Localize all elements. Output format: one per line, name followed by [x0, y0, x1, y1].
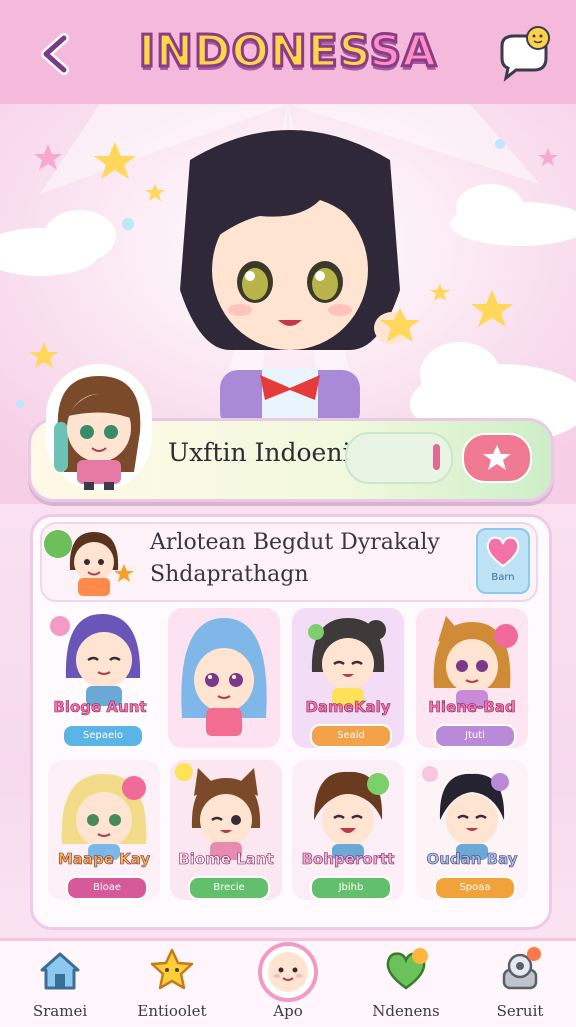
character-name: Bloge Aunt: [53, 698, 147, 717]
character-portrait: [433, 616, 518, 708]
favorite-button[interactable]: Barn: [476, 528, 530, 594]
banner-avatar: [46, 364, 152, 490]
featured-title: Arlotean Begdut Dyrakaly: [150, 530, 440, 555]
character-tag: Jtuti: [434, 724, 516, 748]
chat-bubble-icon: [500, 26, 550, 82]
character-tag: Brecie: [188, 876, 270, 900]
nav-label: Seruit: [496, 1002, 544, 1020]
title-tail: SA: [368, 25, 438, 79]
character-portrait: [314, 771, 389, 860]
character-name: Maape Kay: [57, 850, 151, 869]
character-card[interactable]: Biome Lant Brecie: [170, 760, 282, 900]
nav-label: Sramei: [32, 1002, 88, 1020]
nav-item-home[interactable]: Sramei: [10, 946, 110, 1022]
home-icon: [40, 952, 80, 990]
heart-icon: [386, 948, 428, 990]
character-card[interactable]: Maape Kay Bloae: [48, 760, 160, 900]
chat-button[interactable]: [494, 24, 554, 84]
character-tag: Spoaa: [434, 876, 516, 900]
star-icon: [150, 948, 194, 990]
character-card[interactable]: Oudan Bay Spoaa: [416, 760, 528, 900]
nav-item-settings[interactable]: Seruit: [470, 946, 570, 1022]
character-name: Bohperortt: [301, 850, 395, 869]
character-name: DameKaly: [305, 698, 391, 717]
character-card[interactable]: DameKaly Seaid: [292, 608, 404, 748]
star-button[interactable]: [462, 433, 532, 483]
character-portrait: [61, 774, 147, 860]
character-portrait: [175, 763, 261, 860]
character-tag: Seaid: [310, 724, 392, 748]
featured-avatar: [44, 530, 134, 596]
character-card[interactable]: Bloge Aunt Sepaeio: [44, 608, 156, 748]
star-icon: [483, 445, 511, 470]
character-tag: Jbihb: [310, 876, 392, 900]
nav-label: Ndenens: [372, 1002, 440, 1020]
character-name: Hiene-Bad: [428, 698, 516, 717]
featured-subtitle: Shdaprathagn: [150, 562, 309, 587]
title-main: INDONES: [137, 25, 370, 79]
character-portrait: [422, 766, 509, 860]
hero-character: [180, 130, 420, 420]
character-portrait: [181, 618, 267, 736]
nav-item-app[interactable]: Apo: [238, 942, 338, 1022]
character-card[interactable]: Bohperortt Jbihb: [292, 760, 404, 900]
nav-label: Entioolet: [137, 1002, 207, 1020]
nav-label: Apo: [273, 1002, 303, 1020]
progress-marker: [433, 444, 440, 470]
banner-text: Uxftin Indoenis: [168, 438, 364, 467]
nav-item-favorites[interactable]: Entioolet: [122, 946, 222, 1022]
character-portrait: [308, 618, 386, 708]
character-tag: Sepaeio: [62, 724, 144, 748]
character-card[interactable]: Hiene-Bad Jtuti: [416, 608, 528, 748]
character-card[interactable]: [168, 608, 280, 748]
heart-icon: [486, 536, 520, 568]
character-name: Oudan Bay: [426, 850, 518, 869]
face-icon: [258, 942, 318, 1002]
character-name: Biome Lant: [178, 850, 274, 869]
nav-item-indonesia[interactable]: Ndenens: [356, 946, 456, 1022]
character-portrait: [50, 613, 141, 706]
gear-icon: [502, 947, 541, 990]
page-title: INDONESSA: [0, 25, 576, 79]
banner-progress: [345, 432, 453, 484]
favorite-label: Barn: [491, 572, 515, 583]
character-tag: Bloae: [66, 876, 148, 900]
